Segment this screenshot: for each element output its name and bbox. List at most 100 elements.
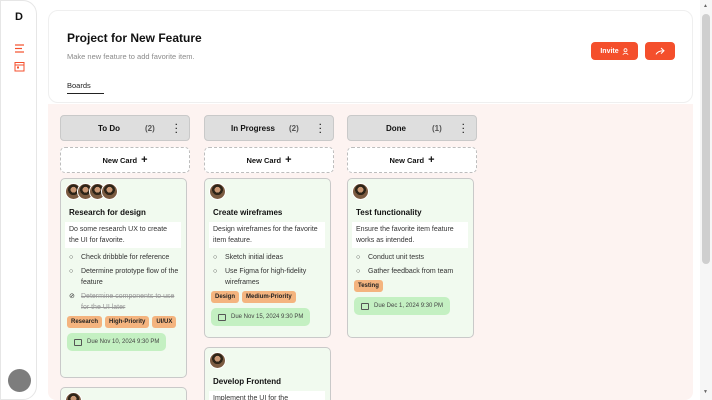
tab-boards[interactable]: Boards <box>67 81 104 94</box>
column-header: In Progress (2) · · · <box>204 115 334 141</box>
avatar <box>65 392 82 400</box>
card-description: Implement the UI for the <box>209 391 325 400</box>
more-vertical-icon[interactable]: · · · <box>462 121 465 137</box>
assignee-avatars <box>209 183 326 201</box>
card-title: Create wireframes <box>213 208 283 217</box>
new-card-button[interactable]: New Card + <box>204 147 334 173</box>
tag: UI/UX <box>152 316 177 328</box>
card-title: Research for design <box>69 208 146 217</box>
share-button[interactable] <box>645 42 675 60</box>
due-date: Due Nov 10, 2024 9:30 PM <box>87 339 160 345</box>
scroll-up-arrow-icon[interactable]: ▲ <box>703 3 708 9</box>
avatar <box>209 183 226 200</box>
column-title: In Progress <box>230 124 275 133</box>
due-date-badge: Due Nov 15, 2024 9:30 PM <box>211 308 311 326</box>
card-title: Develop Frontend <box>213 377 282 386</box>
unchecked-circle-icon: ○ <box>213 254 218 261</box>
sidebar: D <box>0 0 37 400</box>
new-card-label: New Card <box>246 155 282 165</box>
column-in-progress: In Progress (2) · · · New Card + Create wi… <box>204 115 334 400</box>
checklist-item[interactable]: ○ Check dribbble for reference <box>65 252 182 263</box>
new-card-label: New Card <box>389 155 425 165</box>
plus-icon: + <box>141 153 148 166</box>
unchecked-circle-icon: ○ <box>69 268 74 275</box>
due-date-badge: Due Dec 1, 2024 9:30 PM <box>354 297 451 315</box>
avatar <box>101 183 118 200</box>
checklist: ○ Sketch initial ideas ○ Use Figma for h… <box>209 252 326 288</box>
checklist-item[interactable]: ⊘ Determine components to use for the UI… <box>65 291 182 313</box>
calendar-icon[interactable] <box>14 61 25 72</box>
checklist: ○ Conduct unit tests ○ Gather feedback f… <box>352 252 469 277</box>
column-title: Done <box>386 124 406 133</box>
tag: Research <box>67 316 103 328</box>
scroll-down-arrow-icon[interactable]: ▼ <box>703 389 708 395</box>
invite-button-label: Invite <box>600 47 619 55</box>
plus-icon: + <box>285 153 292 166</box>
column-count: (1) <box>432 124 442 133</box>
card-description: Ensure the favorite item feature works a… <box>352 222 468 248</box>
checklist-item[interactable]: ○ Sketch initial ideas <box>209 252 326 263</box>
tag: Medium-Priority <box>242 291 296 303</box>
checklist-item[interactable]: ○ Conduct unit tests <box>352 252 469 263</box>
unchecked-circle-icon: ○ <box>213 268 218 275</box>
new-card-button[interactable]: New Card + <box>60 147 190 173</box>
tag-list: Testing <box>352 280 469 292</box>
due-date: Due Dec 1, 2024 9:30 PM <box>374 303 444 309</box>
assignee-avatars <box>65 392 182 400</box>
column-count: (2) <box>145 124 155 133</box>
new-card-label: New Card <box>102 155 138 165</box>
due-date: Due Nov 15, 2024 9:30 PM <box>231 314 304 320</box>
page-subtitle: Make new feature to add favorite item. <box>67 52 195 61</box>
assignee-avatars <box>209 352 326 370</box>
page-title: Project for New Feature <box>67 31 202 45</box>
tag: High-Priority <box>105 316 150 328</box>
card-description: Design wireframes for the favorite item … <box>209 222 325 248</box>
column-header: Done (1) · · · <box>347 115 477 141</box>
more-vertical-icon[interactable]: · · · <box>319 121 322 137</box>
calendar-icon <box>218 313 226 321</box>
app-logo: D <box>15 11 23 23</box>
column-todo: To Do (2) · · · New Card + Research for de… <box>60 115 190 400</box>
card-description: Do some research UX to create the UI for… <box>65 222 181 248</box>
assignee-avatars <box>352 183 469 201</box>
unchecked-circle-icon: ○ <box>356 254 361 261</box>
tag: Design <box>211 291 240 303</box>
task-card[interactable]: Test functionality Ensure the favorite i… <box>347 178 474 338</box>
card-title: Test functionality <box>356 208 422 217</box>
checklist-item[interactable]: ○ Gather feedback from team <box>352 266 469 277</box>
task-card[interactable]: Research for design Do some research UX … <box>60 178 187 378</box>
task-card[interactable]: Create wireframes Design wireframes for … <box>204 178 331 338</box>
menu-icon[interactable] <box>14 43 25 54</box>
checklist: ○ Check dribbble for reference ○ Determi… <box>65 252 182 313</box>
unchecked-circle-icon: ○ <box>69 254 74 261</box>
new-card-button[interactable]: New Card + <box>347 147 477 173</box>
checklist-item[interactable]: ○ Use Figma for high-fidelity wireframes <box>209 266 326 288</box>
share-icon <box>655 47 665 55</box>
due-date-badge: Due Nov 10, 2024 9:30 PM <box>67 333 167 351</box>
kanban-board: To Do (2) · · · New Card + Research for de… <box>48 104 693 400</box>
plus-icon: + <box>428 153 435 166</box>
scrollbar-thumb[interactable] <box>702 14 710 264</box>
column-title: To Do <box>97 124 121 133</box>
unchecked-circle-icon: ○ <box>356 268 361 275</box>
column-done: Done (1) · · · New Card + Test functionali… <box>347 115 477 338</box>
tag-list: Research High-Priority UI/UX <box>65 316 182 328</box>
avatar <box>209 352 226 369</box>
column-count: (2) <box>289 124 299 133</box>
avatar <box>352 183 369 200</box>
checked-circle-icon: ⊘ <box>69 293 75 300</box>
project-header: Project for New Feature Make new feature… <box>48 10 693 103</box>
more-vertical-icon[interactable]: · · · <box>175 121 178 137</box>
column-header: To Do (2) · · · <box>60 115 190 141</box>
calendar-icon <box>74 338 82 346</box>
user-icon <box>622 47 629 55</box>
tag-list: Design Medium-Priority <box>209 291 326 303</box>
calendar-icon <box>361 302 369 310</box>
checklist-item[interactable]: ○ Determine prototype flow of the featur… <box>65 266 182 288</box>
task-card[interactable] <box>60 387 187 400</box>
tag: Testing <box>354 280 383 292</box>
invite-button[interactable]: Invite <box>591 42 638 60</box>
task-card[interactable]: Develop Frontend Implement the UI for th… <box>204 347 331 400</box>
assignee-avatars <box>65 183 182 201</box>
user-avatar[interactable] <box>8 369 31 392</box>
